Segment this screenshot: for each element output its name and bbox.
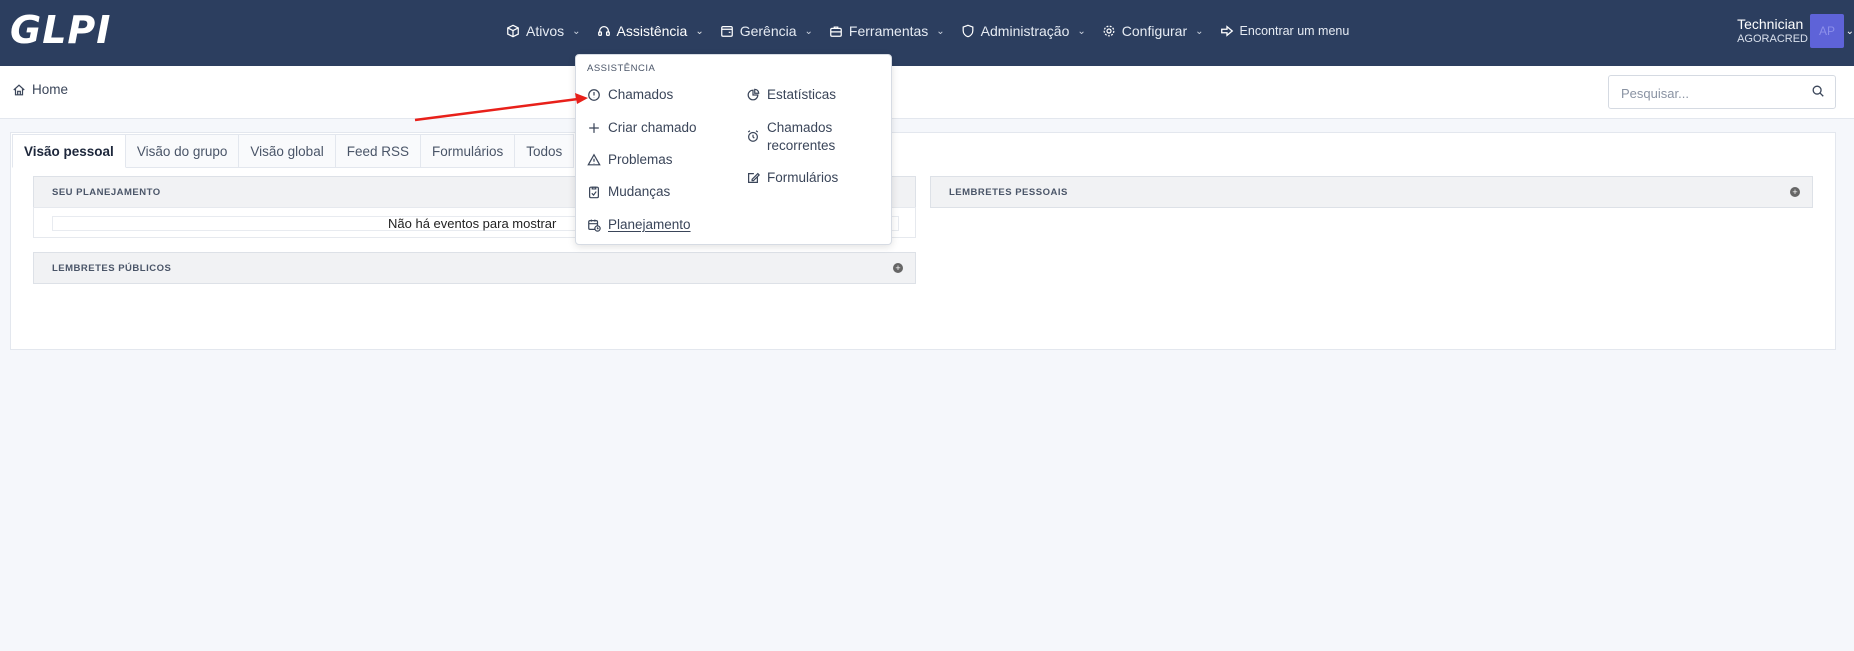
menu-item-planejamento[interactable]: Planejamento [587,216,691,234]
briefcase-icon [830,26,842,37]
tab-visao-pessoal[interactable]: Visão pessoal [12,134,126,168]
edit-icon [748,172,760,183]
menu-item-label: Mudanças [608,184,671,199]
menu-item-label: Formulários [767,170,839,185]
search-box [1608,75,1836,109]
add-icon[interactable]: + [893,263,903,273]
menu-administracao[interactable]: Administração ⌄ [953,12,1094,50]
menu-item-criar-chamado[interactable]: Criar chamado [587,119,697,137]
clipboard-check-icon [589,186,599,199]
menu-item-chamados[interactable]: Chamados [587,86,673,104]
search-icon[interactable] [1811,84,1825,98]
top-navbar: GLPI Ativos ⌄ Assistência ⌄ Gerência ⌄ F… [0,0,1854,66]
personal-reminders-panel[interactable]: LEMBRETES PESSOAIS + [930,176,1813,208]
chevron-down-icon: ⌄ [936,25,945,37]
menu-ativos-label: Ativos [526,23,565,39]
menu-item-label: Chamados recorrentes [767,120,836,153]
menu-assistencia-label: Assistência [616,23,688,39]
breadcrumb-home: Home [32,82,69,97]
chevron-down-icon: ⌄ [695,25,704,37]
menu-item-problemas[interactable]: Problemas [587,151,673,169]
menu-item-label: Criar chamado [608,120,697,135]
cube-icon [507,24,519,38]
plus-icon [589,123,599,133]
tab-visao-do-grupo[interactable]: Visão do grupo [125,134,240,168]
tab-feed-rss[interactable]: Feed RSS [335,134,421,168]
menu-administracao-label: Administração [980,23,1070,39]
menu-item-estatisticas[interactable]: Estatísticas [746,86,836,104]
menu-item-chamados-recorrentes[interactable]: Chamados recorrentes [746,119,857,155]
public-reminders-title: LEMBRETES PÚBLICOS [52,263,172,274]
alarm-clock-icon [747,130,759,142]
add-icon[interactable]: + [1790,187,1800,197]
arrow-right-icon [1220,25,1233,37]
menu-ferramentas-label: Ferramentas [848,23,929,39]
home-icon [13,83,25,95]
personal-reminders-title: LEMBRETES PESSOAIS [949,187,1068,198]
public-reminders-panel[interactable]: LEMBRETES PÚBLICOS + [33,252,916,284]
dashboard-tabs: Visão pessoal Visão do grupo Visão globa… [12,134,575,168]
tab-visao-global[interactable]: Visão global [239,134,336,168]
menu-item-formularios[interactable]: Formulários [746,169,838,187]
tab-todos[interactable]: Todos [515,134,575,168]
no-events-text: Não há eventos para mostrar [388,216,557,231]
user-menu[interactable]: Technician AGORACRED [1737,16,1808,46]
warning-triangle-icon [587,153,601,166]
menu-ferramentas[interactable]: Ferramentas ⌄ [821,12,953,50]
dropdown-header: ASSISTÊNCIA [587,63,656,74]
main-menu: Ativos ⌄ Assistência ⌄ Gerência ⌄ Ferram… [498,0,1357,62]
tab-formularios[interactable]: Formulários [420,134,516,168]
menu-configurar-label: Configurar [1121,23,1188,39]
find-menu-label: Encontrar um menu [1239,24,1350,38]
chevron-down-icon: ⌄ [1077,25,1086,37]
glpi-logo[interactable]: GLPI [10,8,111,52]
wallet-icon [720,26,733,37]
alert-circle-icon [588,89,600,101]
menu-item-label: Chamados [608,87,674,102]
shield-icon [962,24,974,38]
chevron-down-icon: ⌄ [1195,25,1204,37]
chevron-down-icon[interactable]: ⌄ [1846,26,1854,37]
avatar[interactable]: AP [1810,14,1844,48]
menu-configurar[interactable]: Configurar ⌄ [1094,12,1212,50]
headset-icon [597,25,610,37]
menu-item-label: Planejamento [608,217,691,232]
pie-chart-icon [747,88,760,101]
menu-gerencia-label: Gerência [739,23,797,39]
breadcrumb[interactable]: Home [12,82,68,97]
menu-ativos[interactable]: Ativos ⌄ [498,12,589,50]
menu-item-label: Problemas [608,152,673,167]
search-input[interactable] [1619,82,1803,104]
menu-gerencia[interactable]: Gerência ⌄ [712,12,821,50]
chevron-down-icon: ⌄ [804,25,813,37]
user-name: Technician [1737,16,1804,32]
chevron-down-icon: ⌄ [572,25,581,37]
gear-icon [1103,25,1115,37]
find-menu-button[interactable]: Encontrar um menu [1212,12,1358,50]
menu-item-mudancas[interactable]: Mudanças [587,183,670,201]
breadcrumb-bar: Home [0,66,1854,119]
menu-item-label: Estatísticas [767,87,837,102]
calendar-clock-icon [588,219,601,232]
planning-panel-title: SEU PLANEJAMENTO [52,187,161,198]
assistencia-dropdown: ASSISTÊNCIA Chamados Criar chamado Probl… [575,54,892,245]
menu-assistencia[interactable]: Assistência ⌄ [589,12,712,50]
user-entity: AGORACRED [1737,33,1808,45]
